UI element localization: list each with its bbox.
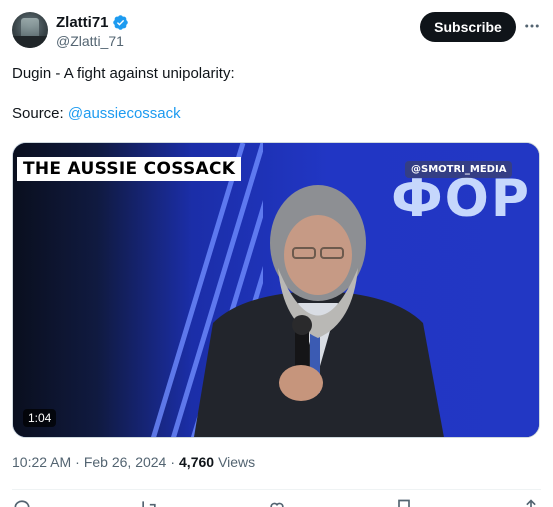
author-names: Zlatti71 @Zlatti_71 (56, 12, 129, 49)
speaker-figure (194, 185, 444, 437)
tweet-meta: 10:22 AM · Feb 26, 2024 · 4,760 Views (12, 454, 255, 470)
reply-icon[interactable] (12, 498, 32, 507)
video-caption: THE AUSSIE COSSACK (17, 157, 242, 181)
source-label: Source: (12, 105, 68, 122)
meta-separator: · (170, 454, 176, 470)
tweet-text-line: Dugin - A fight against unipolarity: (12, 65, 235, 82)
like-icon[interactable] (267, 498, 287, 507)
meta-separator: · (75, 454, 80, 470)
tweet-date[interactable]: Feb 26, 2024 (84, 454, 167, 470)
video-duration: 1:04 (23, 409, 57, 427)
retweet-icon[interactable] (139, 498, 159, 507)
display-name[interactable]: Zlatti71 (56, 14, 109, 31)
avatar[interactable] (12, 12, 48, 48)
source-link[interactable]: @aussiecossack (68, 105, 181, 122)
tweet-actions (12, 498, 541, 507)
more-horizontal-icon[interactable] (522, 16, 542, 36)
divider (12, 489, 541, 490)
tweet-header: Zlatti71 @Zlatti_71 Subscribe (12, 12, 541, 52)
views-label: Views (218, 454, 256, 470)
tweet-source-line: Source: @aussiecossack (12, 104, 532, 124)
subscribe-button[interactable]: Subscribe (420, 12, 516, 42)
video-player[interactable]: ФОР THE AUSSIE COSSACK @SMOTRI_MEDIA 1:0… (12, 142, 540, 438)
tweet-text: Dugin - A fight against unipolarity: Sou… (12, 64, 532, 124)
display-name-row: Zlatti71 (56, 12, 129, 32)
video-watermark: @SMOTRI_MEDIA (405, 161, 513, 178)
bookmark-icon[interactable] (394, 498, 414, 507)
views-count: 4,760 (179, 454, 215, 470)
tweet-time[interactable]: 10:22 AM (12, 454, 71, 470)
author-handle[interactable]: @Zlatti_71 (56, 33, 129, 49)
verified-badge-icon (112, 14, 128, 30)
share-icon[interactable] (521, 498, 541, 507)
